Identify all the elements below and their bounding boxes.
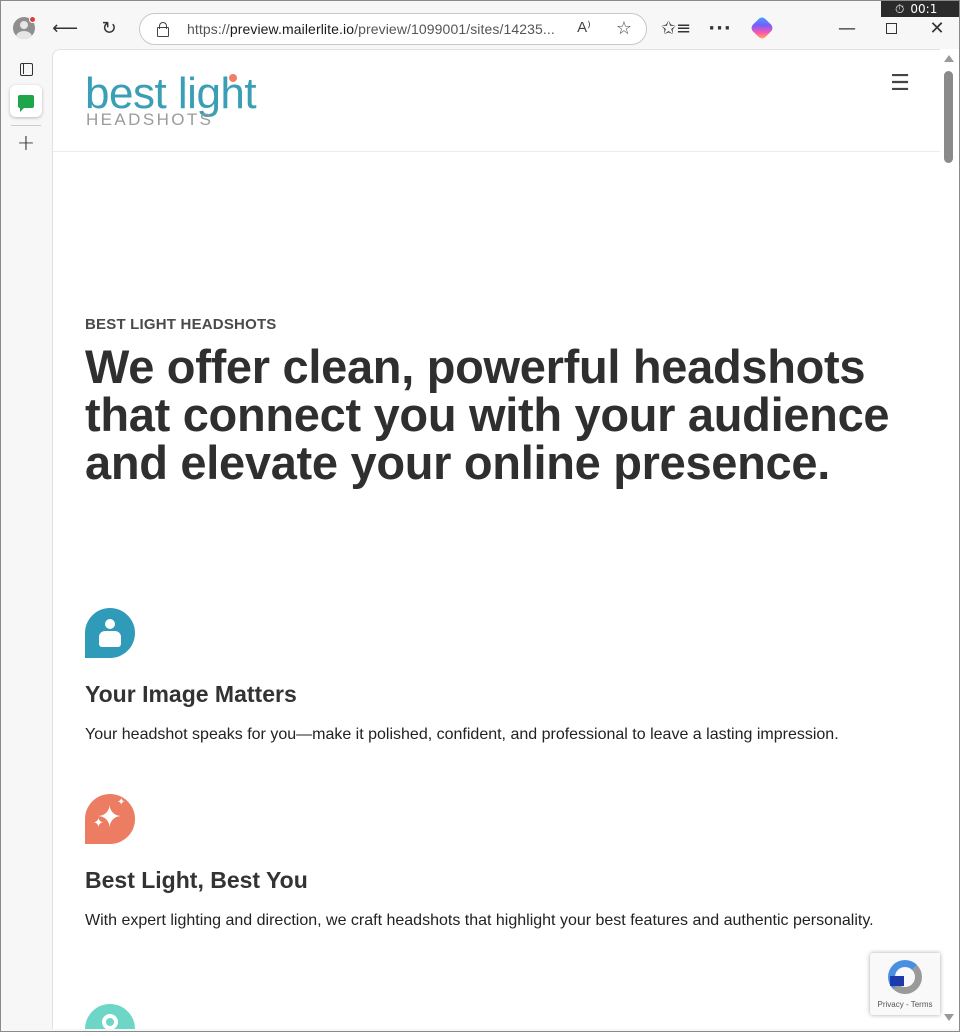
- stopwatch-icon: ⏱: [895, 1, 905, 16]
- recaptcha-badge[interactable]: Privacy - Terms: [870, 953, 940, 1015]
- tab-actions-icon[interactable]: [10, 53, 42, 85]
- favorites-icon[interactable]: ✩≡: [660, 12, 692, 44]
- timer-text: 00:1: [910, 2, 938, 16]
- address-bar[interactable]: https://preview.mailerlite.io/preview/10…: [139, 13, 647, 45]
- feature-description: With expert lighting and direction, we c…: [85, 912, 874, 929]
- logo-accent-dot: [229, 74, 237, 82]
- browser-toolbar: ⟵ ↻ https://preview.mailerlite.io/previe…: [1, 1, 959, 55]
- lock-icon[interactable]: [154, 21, 170, 37]
- recaptcha-icon: [888, 960, 922, 994]
- browser-window: ⟵ ↻ https://preview.mailerlite.io/previe…: [0, 0, 960, 1032]
- star-icon[interactable]: ☆: [612, 18, 636, 39]
- url-path: /preview/1099001/sites/14235...: [354, 21, 555, 37]
- feature-title: Best Light, Best You: [85, 867, 308, 893]
- scroll-up-arrow-icon[interactable]: [944, 55, 954, 62]
- page-scrollbar[interactable]: [940, 49, 959, 1029]
- site-header: best light HEADSHOTS ☰: [53, 50, 940, 152]
- new-tab-icon[interactable]: +: [10, 127, 42, 159]
- url-text[interactable]: https://preview.mailerlite.io/preview/10…: [187, 21, 555, 37]
- feature-description: Your headshot speaks for you—make it pol…: [85, 726, 839, 743]
- feature-title: Your Image Matters: [85, 681, 297, 707]
- profile-icon[interactable]: [8, 12, 40, 44]
- minimize-icon[interactable]: —: [831, 12, 863, 44]
- reload-icon[interactable]: ↻: [93, 12, 125, 44]
- back-arrow-icon[interactable]: ⟵: [49, 12, 81, 44]
- logo-subtitle: HEADSHOTS: [86, 110, 214, 129]
- location-pin-icon: [85, 1004, 135, 1029]
- sidebar-divider: [11, 125, 41, 126]
- hero-headline: We offer clean, powerful headshots that …: [85, 340, 890, 489]
- read-aloud-icon[interactable]: A⁾: [572, 18, 596, 36]
- notification-dot: [29, 16, 36, 23]
- site-logo[interactable]: best light HEADSHOTS: [85, 68, 295, 130]
- sparkle-icon: ✦ ✦ ✦: [85, 794, 135, 844]
- recaptcha-links[interactable]: Privacy - Terms: [870, 1000, 940, 1009]
- copilot-icon[interactable]: [746, 12, 778, 44]
- person-icon: [85, 608, 135, 658]
- scrollbar-thumb[interactable]: [944, 71, 953, 163]
- section-eyebrow: BEST LIGHT HEADSHOTS: [85, 316, 277, 333]
- vertical-tabs-sidebar: +: [1, 55, 51, 1031]
- hamburger-menu-icon[interactable]: ☰: [887, 72, 913, 96]
- tab-active-chat[interactable]: [10, 85, 42, 117]
- page-viewport: best light HEADSHOTS ☰ BEST LIGHT HEADSH…: [52, 49, 940, 1029]
- url-host: preview.mailerlite.io: [229, 21, 355, 37]
- timer-badge: ⏱ 00:1: [881, 1, 959, 17]
- more-icon[interactable]: ···: [704, 12, 736, 44]
- url-scheme: https://: [187, 21, 230, 37]
- scroll-down-arrow-icon[interactable]: [944, 1014, 954, 1021]
- chat-icon: [18, 94, 34, 112]
